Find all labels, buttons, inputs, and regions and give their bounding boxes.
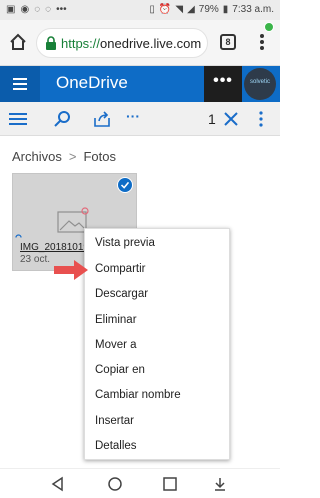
- command-more-button[interactable]: ···: [126, 108, 146, 126]
- signal-icon: ◢: [187, 4, 195, 15]
- menu-item-cambiar-nombre[interactable]: Cambiar nombre: [95, 389, 181, 401]
- home-nav-icon[interactable]: [107, 476, 123, 492]
- back-icon[interactable]: [50, 476, 66, 492]
- menu-item-detalles[interactable]: Detalles: [95, 440, 137, 452]
- alarm-icon: ⏰: [158, 4, 172, 15]
- recents-icon[interactable]: [162, 476, 178, 492]
- notification-shade-icon[interactable]: [212, 476, 228, 492]
- breadcrumb-item-fotos[interactable]: Fotos: [83, 149, 116, 164]
- chat-icon: ◌: [34, 4, 41, 15]
- avatar-status-badge: [264, 22, 274, 32]
- notification-icon: ◉: [20, 4, 30, 15]
- hamburger-line: [13, 78, 27, 80]
- menu-item-vista-previa[interactable]: Vista previa: [95, 237, 155, 249]
- home-icon[interactable]: [8, 32, 28, 52]
- browser-bar: https://onedrive.live.com 8: [0, 20, 280, 66]
- selection-count: 1: [208, 111, 216, 127]
- status-left: ▣ ◉ ◌ ◌ •••: [6, 4, 67, 16]
- list-menu-icon[interactable]: [8, 110, 28, 128]
- breadcrumb-separator: >: [68, 149, 77, 164]
- tab-switcher-button[interactable]: 8: [220, 34, 236, 50]
- breadcrumb-item-archivos[interactable]: Archivos: [12, 149, 62, 164]
- breadcrumb: Archivos > Fotos: [12, 149, 116, 164]
- avatar[interactable]: solvetic: [244, 68, 276, 100]
- app-title[interactable]: OneDrive: [56, 73, 128, 93]
- sync-spinner-icon: [15, 234, 22, 238]
- battery-icon: ▮: [222, 4, 229, 15]
- hamburger-line: [13, 88, 27, 90]
- avatar-text: solvetic: [249, 79, 270, 85]
- menu-item-compartir[interactable]: Compartir: [95, 263, 145, 275]
- vibrate-icon: ▯: [149, 4, 155, 15]
- status-right: ▯ ⏰ ◥ ◢ 79% ▮ 7:33 a.m.: [149, 4, 274, 16]
- command-bar: ··· 1: [0, 102, 280, 136]
- url-host: onedrive.live.com: [100, 35, 202, 51]
- menu-button[interactable]: [0, 66, 40, 102]
- menu-item-insertar[interactable]: Insertar: [95, 415, 134, 427]
- app-header: OneDrive ••• solvetic: [0, 66, 280, 102]
- clock: 7:33 a.m.: [232, 4, 274, 15]
- context-menu: Vista previa Compartir Descargar Elimina…: [84, 228, 230, 460]
- battery-percent: 79%: [198, 4, 219, 15]
- chat-icon: ◌: [45, 4, 52, 15]
- share-icon[interactable]: [92, 110, 112, 128]
- menu-item-descargar[interactable]: Descargar: [95, 288, 148, 300]
- file-date: 23 oct.: [20, 254, 51, 265]
- status-bar: ▣ ◉ ◌ ◌ ••• ▯ ⏰ ◥ ◢ 79% ▮ 7:33 a.m.: [0, 0, 280, 20]
- file-name[interactable]: IMG_20181019_: [20, 242, 90, 253]
- lock-icon: [46, 36, 56, 50]
- wifi-icon: ◥: [175, 4, 184, 15]
- browser-menu-icon[interactable]: [254, 32, 270, 52]
- address-bar[interactable]: https://onedrive.live.com: [36, 28, 208, 58]
- hamburger-line: [13, 83, 27, 85]
- selected-check-icon[interactable]: [117, 177, 133, 193]
- close-selection-icon[interactable]: [222, 110, 240, 128]
- menu-item-copiar-en[interactable]: Copiar en: [95, 364, 145, 376]
- url-scheme: https://: [61, 35, 101, 51]
- screen: ▣ ◉ ◌ ◌ ••• ▯ ⏰ ◥ ◢ 79% ▮ 7:33 a.m. http…: [0, 0, 280, 498]
- gallery-icon: ▣: [6, 4, 16, 15]
- more-notifications-icon: •••: [56, 4, 67, 15]
- menu-item-mover-a[interactable]: Mover a: [95, 339, 137, 351]
- pointer-arrow-icon: [54, 260, 88, 280]
- search-icon[interactable]: [52, 110, 72, 128]
- header-more-button[interactable]: •••: [204, 66, 242, 102]
- system-nav-bar: [0, 468, 280, 498]
- menu-item-eliminar[interactable]: Eliminar: [95, 314, 137, 326]
- overflow-menu-icon[interactable]: [258, 110, 264, 128]
